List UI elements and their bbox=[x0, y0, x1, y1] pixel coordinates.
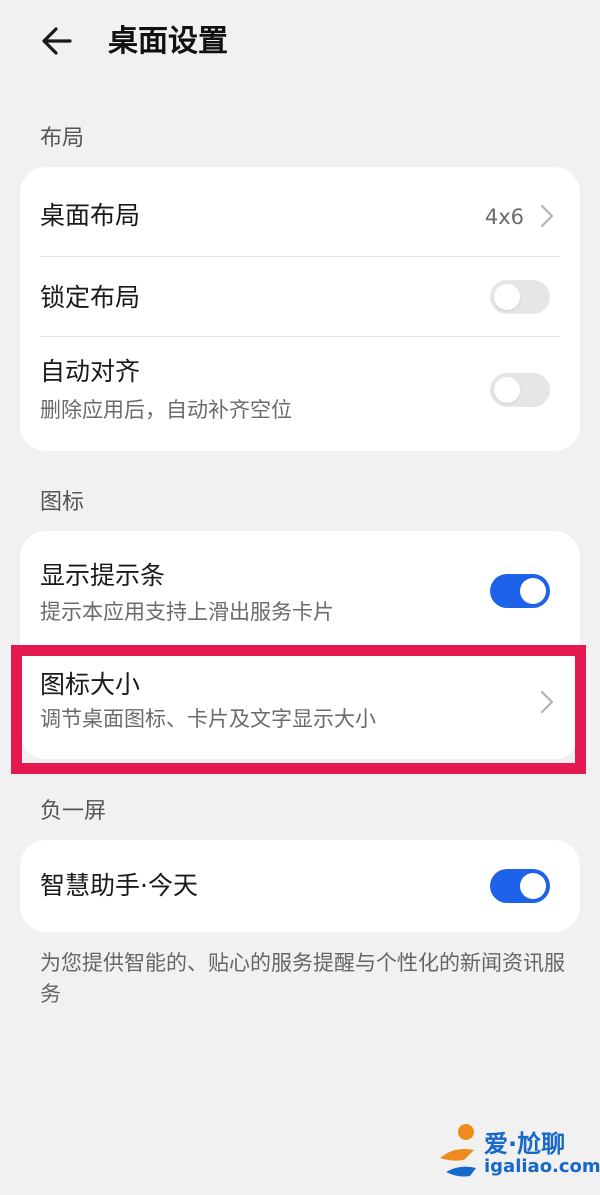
auto-align-title: 自动对齐 bbox=[40, 357, 141, 386]
lock-layout-title: 锁定布局 bbox=[40, 283, 141, 312]
watermark-logo-icon bbox=[440, 1124, 476, 1177]
toggle-knob bbox=[520, 873, 546, 899]
desktop-layout-value: 4x6 bbox=[484, 205, 524, 229]
smart-assistant-title: 智慧助手·今天 bbox=[40, 871, 198, 900]
watermark-text: 爱·尬聊 bbox=[484, 1130, 566, 1158]
desktop-settings-page: 桌面设置 布局 桌面布局 4x6 锁定布局 自动对齐 删除应用后，自动补齐空位 … bbox=[0, 0, 600, 1195]
lock-layout-toggle[interactable] bbox=[490, 280, 550, 314]
watermark: 爱·尬聊 igaliao.com bbox=[436, 1120, 600, 1190]
show-hint-bar-row: 显示提示条 提示本应用支持上滑出服务卡片 bbox=[20, 531, 580, 645]
show-hint-bar-subtitle: 提示本应用支持上滑出服务卡片 bbox=[40, 600, 334, 624]
show-hint-bar-toggle[interactable] bbox=[490, 574, 550, 608]
chevron-right-icon bbox=[540, 204, 554, 228]
watermark-url: igaliao.com bbox=[484, 1156, 600, 1177]
smart-assistant-toggle[interactable] bbox=[490, 869, 550, 903]
layout-card: 桌面布局 4x6 锁定布局 自动对齐 删除应用后，自动补齐空位 bbox=[20, 167, 580, 451]
section-label-layout: 布局 bbox=[40, 126, 85, 151]
minus-one-note: 为您提供智能的、贴心的服务提醒与个性化的新闻资讯服务 bbox=[40, 951, 565, 1006]
lock-layout-row: 锁定布局 bbox=[20, 257, 580, 336]
desktop-layout-row[interactable]: 桌面布局 4x6 bbox=[20, 167, 580, 256]
highlight-box bbox=[11, 645, 586, 774]
page-title: 桌面设置 bbox=[108, 24, 228, 59]
desktop-layout-title: 桌面布局 bbox=[40, 201, 141, 230]
header: 桌面设置 bbox=[0, 0, 600, 90]
toggle-knob bbox=[494, 284, 520, 310]
section-label-minus-one: 负一屏 bbox=[40, 799, 107, 824]
auto-align-subtitle: 删除应用后，自动补齐空位 bbox=[40, 398, 292, 422]
toggle-knob bbox=[494, 377, 520, 403]
back-arrow-icon[interactable] bbox=[36, 20, 84, 64]
section-label-icons: 图标 bbox=[40, 490, 85, 515]
show-hint-bar-title: 显示提示条 bbox=[40, 561, 166, 590]
auto-align-toggle[interactable] bbox=[490, 373, 550, 407]
auto-align-row: 自动对齐 删除应用后，自动补齐空位 bbox=[20, 337, 580, 451]
toggle-knob bbox=[520, 578, 546, 604]
smart-assistant-row: 智慧助手·今天 bbox=[20, 840, 580, 932]
minus-one-card: 智慧助手·今天 bbox=[20, 840, 580, 932]
